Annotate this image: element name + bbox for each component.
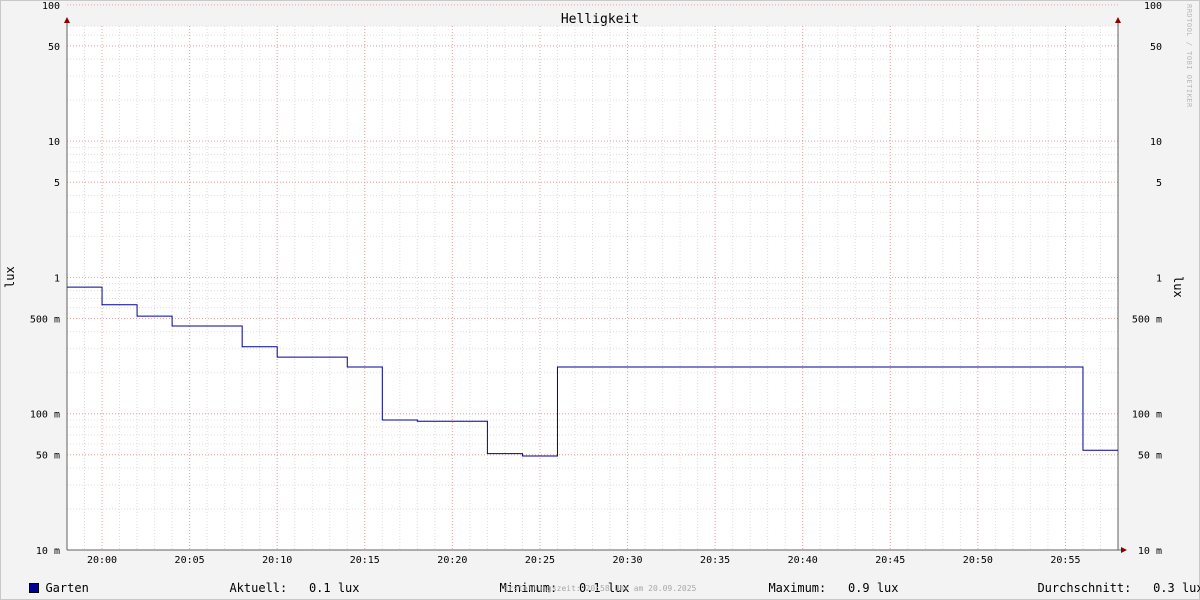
y-tick-label-left: 100 [42, 1, 60, 12]
x-tick-label: 20:45 [875, 555, 905, 566]
rrdtool-credit: RRDTOOL / TOBI OETIKER [1185, 4, 1193, 108]
x-tick-label: 20:00 [87, 555, 117, 566]
y-tick-label-right: 100 m [1132, 410, 1162, 421]
y-tick-label-right: 10 [1150, 137, 1162, 148]
x-tick-labels: 20:00 20:05 20:10 20:15 20:20 20:25 20:30 20:35… [87, 555, 1081, 566]
y-tick-label-left: 5 [54, 178, 60, 189]
y-tick-label-left: 50 [48, 42, 60, 53]
y-tick-label-right: 5 [1156, 178, 1162, 189]
x-tick-label: 20:25 [525, 555, 555, 566]
y-tick-label-right: 100 [1144, 1, 1162, 12]
y-axis-arrow-right [1115, 17, 1121, 23]
chart-title: Helligkeit [561, 12, 639, 27]
y-tick-label-left: 500 m [30, 314, 60, 325]
chart: Helligkeit 10 m 50 m 100 m 500 m 1 5 10 50 100 50… [30, 1, 1162, 566]
x-tick-label: 20:20 [437, 555, 467, 566]
y-tick-label-left: 1 [54, 273, 60, 284]
y-axis-arrow-left [64, 17, 70, 23]
y-tick-label-left: 10 m [36, 546, 60, 557]
y-tick-label-left: 50 m [36, 451, 60, 462]
x-tick-label: 20:30 [612, 555, 642, 566]
y-tick-label-left: 10 [48, 137, 60, 148]
y-axis-label-left: lux [3, 266, 17, 288]
creation-timestamp: Erstellungszeit: 20:58 Uhr am 20.09.2025 [503, 584, 697, 593]
x-tick-label: 20:05 [175, 555, 205, 566]
x-tick-label: 20:35 [700, 555, 730, 566]
y-tick-label-right: 50 [1150, 42, 1162, 53]
y-tick-label-right: 1 [1156, 273, 1162, 284]
y-tick-labels-right: 10 m50 m100 m500 m1510501005001 k5 k10 k… [1132, 1, 1162, 557]
x-tick-label: 20:10 [262, 555, 292, 566]
y-axis-label-right: lux [1171, 276, 1185, 298]
x-tick-label: 20:40 [788, 555, 818, 566]
x-tick-label: 20:50 [963, 555, 993, 566]
y-tick-labels-left: 10 m50 m100 m500 m1510501005001 k5 k10 k… [30, 1, 60, 557]
y-tick-label-left: 100 m [30, 410, 60, 421]
y-tick-label-right: 10 m [1138, 546, 1162, 557]
x-tick-label: 20:55 [1050, 555, 1080, 566]
y-tick-label-right: 50 m [1138, 451, 1162, 462]
y-tick-label-right: 500 m [1132, 314, 1162, 325]
x-axis-arrow [1121, 547, 1127, 553]
x-tick-label: 20:15 [350, 555, 380, 566]
